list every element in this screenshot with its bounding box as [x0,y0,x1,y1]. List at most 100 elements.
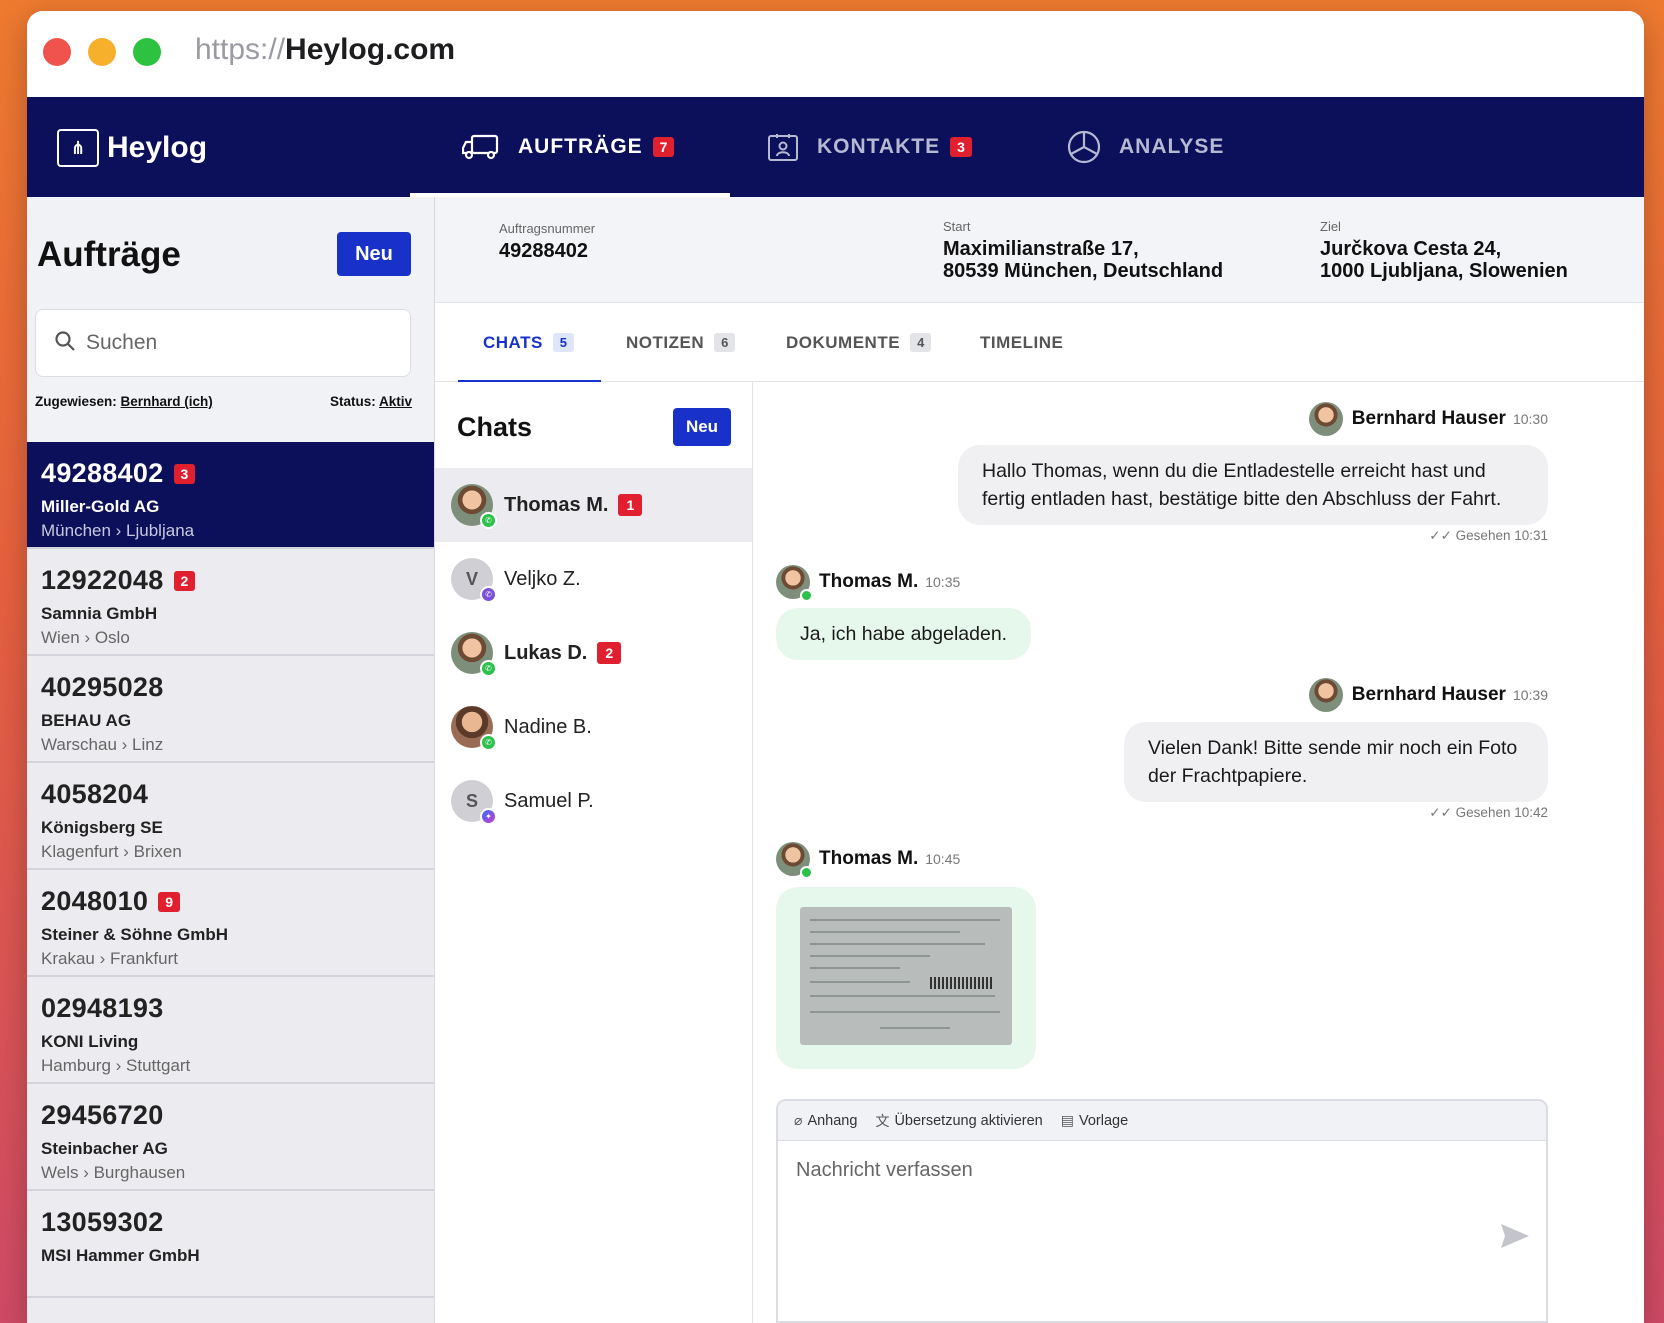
order-list-item[interactable]: 12922048 2 Samnia GmbH Wien › Oslo [27,549,434,656]
order-route: Krakau › Frankfurt [41,949,178,968]
tab-chats[interactable]: CHATS 5 [457,303,602,383]
avatar: S ✦ [451,780,497,825]
nav-tab-label: KONTAKTE [817,135,941,158]
tab-label: TIMELINE [980,332,1064,352]
url-protocol: https:// [195,33,286,66]
order-badge: 3 [173,463,196,484]
chat-contact-name: Veljko Z. [504,567,581,590]
order-route: Warschau › Linz [41,735,164,754]
message-header: Bernhard Hauser 10:30 [1308,402,1548,436]
target-label: Ziel [1320,219,1341,234]
heylog-logo-icon: ⋔ [57,129,99,167]
attach-label: Anhang [807,1112,858,1129]
message-sender: Thomas M. [819,571,919,592]
chat-list-item[interactable]: ✆ Thomas M. 1 [435,468,752,542]
nav-tab-analyse[interactable]: ANALYSE [1067,97,1224,197]
template-button[interactable]: ▤ Vorlage [1061,1112,1128,1129]
order-list-item[interactable]: 4058204 Königsberg SE Klagenfurt › Brixe… [27,763,434,870]
order-route: Hamburg › Stuttgart [41,1056,191,1075]
order-number: 12922048 [41,565,164,595]
conversation-panel: Bernhard Hauser 10:30 Hallo Thomas, wenn… [754,382,1644,1323]
search-input[interactable] [86,331,366,355]
message-header: Thomas M. 10:35 [776,565,961,602]
filter-assigned-label: Zugewiesen: [35,394,117,409]
url-host: Heylog.com [285,33,456,66]
message-header: Bernhard Hauser 10:39 [1308,678,1548,712]
avatar-initial: V [465,568,478,589]
order-list-item[interactable]: 29456720 Steinbacher AG Wels › Burghause… [27,1084,434,1191]
nav-tab-badge: 3 [950,137,972,157]
order-number: 2048010 [41,886,149,916]
tab-dokumente[interactable]: DOKUMENTE 4 [786,303,932,382]
freight-document-photo[interactable] [800,907,1012,1045]
tab-notizen[interactable]: NOTIZEN 6 [626,303,736,382]
start-label: Start [943,219,971,234]
tab-label: CHATS [483,332,543,352]
close-window-button[interactable] [43,38,71,66]
order-route: Klagenfurt › Brixen [41,842,182,861]
chat-list-item[interactable]: V ✆ Veljko Z. [435,542,752,616]
order-route: München › Ljubljana [41,521,195,540]
filter-status-label: Status: [329,394,376,409]
new-chat-button[interactable]: Neu [673,408,731,446]
order-number-field: Auftragsnummer 49288402 [499,221,595,262]
order-list-item[interactable]: 2048010 9 Steiner & Söhne GmbH Krakau › F… [27,870,434,977]
order-company: Steinbacher AG [41,1139,168,1158]
browser-window: https://Heylog.com ⋔ Heylog AUFTRÄGE 7 K… [27,11,1644,1323]
minimize-window-button[interactable] [88,38,116,66]
order-list-item[interactable]: 40295028 BEHAU AG Warschau › Linz [27,656,434,763]
order-list-item[interactable]: 49288402 3 Miller-Gold AG München › Ljubl… [27,442,434,549]
message-sender: Bernhard Hauser [1351,684,1506,705]
order-badge: 2 [173,570,196,591]
chat-contact-name: Nadine B. [504,715,592,738]
message-time: 10:35 [925,574,961,590]
browser-titlebar: https://Heylog.com [27,11,1644,97]
target-address-field: Ziel Jurčkova Cesta 24, 1000 Ljubljana, … [1320,219,1568,282]
order-list-item[interactable]: 02948193 KONI Living Hamburg › Stuttgart [27,977,434,1084]
message-header: Thomas M. 10:45 [776,842,960,879]
chat-contact-name: Lukas D. [504,641,588,664]
avatar [776,565,813,602]
target-address-line2: 1000 Ljubljana, Slowenien [1320,260,1568,282]
send-button[interactable] [1500,1223,1530,1254]
chat-list-item[interactable]: ✆ Lukas D. 2 [435,616,752,690]
whatsapp-icon: ✆ [480,512,497,529]
chat-contact-name: Samuel P. [504,789,594,812]
attach-button[interactable]: ⌀ Anhang [794,1112,857,1129]
address-bar[interactable]: https://Heylog.com [195,33,455,67]
order-number: 40295028 [41,672,164,702]
filter-status[interactable]: Status: Aktiv [330,394,412,409]
orders-panel-header: Aufträge Neu Zugewiesen: Bernhard (ich) … [27,197,434,442]
nav-tab-label: AUFTRÄGE [518,135,643,158]
detail-tabs: CHATS 5 NOTIZEN 6 DOKUMENTE 4 TIMELINE [435,303,1644,383]
chat-list-item[interactable]: ✆ Nadine B. [435,690,752,764]
message-seen-status: ✓✓ Gesehen 10:42 [1429,805,1548,820]
order-search[interactable] [35,309,411,377]
translate-toggle[interactable]: 文 Übersetzung aktivieren [875,1111,1042,1131]
chat-list-item[interactable]: S ✦ Samuel P. [435,764,752,838]
brand-name: Heylog [107,131,208,164]
chats-panel: Chats Neu ✆ Thomas M. 1 V ✆ Veljko Z. ✆ L… [435,382,753,1323]
tab-count: 5 [552,333,575,352]
message-input[interactable] [796,1159,1476,1279]
message-seen-status: ✓✓ Gesehen 10:31 [1429,528,1548,543]
new-order-button[interactable]: Neu [337,232,411,276]
brand-logo[interactable]: ⋔ Heylog [57,129,207,167]
order-list-item[interactable]: 13059302 MSI Hammer GmbH [27,1191,434,1298]
order-number-label: Auftragsnummer [499,221,596,236]
speech-bubble-icon: ▤ [1060,1112,1074,1128]
avatar [1308,402,1343,436]
filter-assigned-value: Bernhard (ich) [120,394,213,409]
maximize-window-button[interactable] [133,38,161,66]
nav-tab-auftraege[interactable]: AUFTRÄGE 7 [409,97,732,197]
order-number: 29456720 [41,1100,164,1130]
order-route: Wien › Oslo [41,628,130,647]
order-company: BEHAU AG [41,711,132,730]
order-number-value: 49288402 [499,240,588,262]
order-number: 13059302 [41,1207,164,1237]
image-message-bubble[interactable] [776,887,1036,1069]
nav-tab-kontakte[interactable]: KONTAKTE 3 [767,97,972,197]
tab-timeline[interactable]: TIMELINE [980,303,1063,382]
filter-assigned[interactable]: Zugewiesen: Bernhard (ich) [35,394,213,409]
chat-contact-name: Thomas M. [504,493,609,516]
